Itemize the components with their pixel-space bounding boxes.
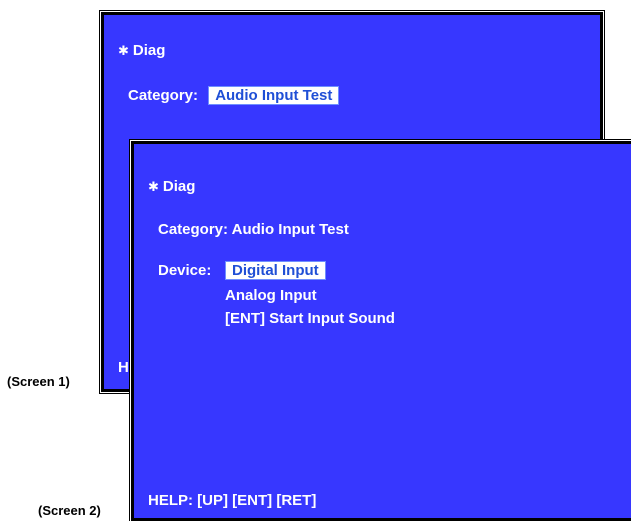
bullet-icon: ✱ <box>148 179 159 194</box>
device-option-selected[interactable]: Digital Input <box>225 261 326 280</box>
category-value-selected[interactable]: Audio Input Test <box>208 86 340 105</box>
screen-1-category-row: Category: Audio Input Test <box>128 86 340 105</box>
screen-2-category-row: Category: Audio Input Test <box>158 221 349 239</box>
category-label: Category: <box>128 87 199 104</box>
device-option-analog-input[interactable]: Analog Input <box>225 287 317 305</box>
help-text: HELP: [UP] [ENT] [RET] <box>148 492 317 509</box>
screen-2-caption: (Screen 2) <box>38 503 101 518</box>
device-label: Device: <box>158 262 212 279</box>
device-option-digital-input[interactable]: Digital Input <box>225 261 326 280</box>
screen-2-title-row: ✱ Diag <box>148 178 195 196</box>
screen-1-caption: (Screen 1) <box>7 374 70 389</box>
screen-1-title-row: ✱ Diag <box>118 42 165 60</box>
screen-1-title: Diag <box>132 42 166 59</box>
start-input-sound-option[interactable]: [ENT] Start Input Sound <box>225 310 395 328</box>
screen-1-help-text: H <box>118 359 129 376</box>
category-value: Audio Input Test <box>231 221 349 238</box>
category-label: Category: <box>158 221 229 238</box>
bullet-icon: ✱ <box>118 43 129 58</box>
screen-2-title: Diag <box>162 178 196 195</box>
screen-2-panel: ✱ Diag Category: Audio Input Test Device:… <box>131 141 631 521</box>
